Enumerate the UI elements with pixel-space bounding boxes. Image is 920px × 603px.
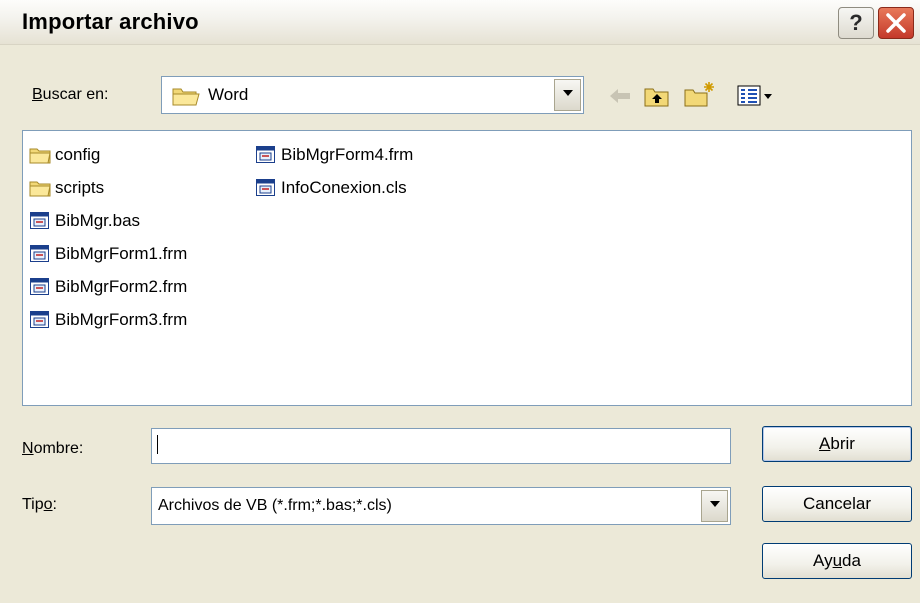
view-menu-icon[interactable]	[737, 84, 775, 108]
file-item[interactable]: config	[29, 141, 100, 169]
file-name: BibMgrForm2.frm	[55, 277, 188, 296]
text-caret	[157, 435, 158, 454]
file-name: scripts	[55, 178, 105, 197]
filetype-dropdown-arrow[interactable]	[701, 490, 728, 522]
file-item[interactable]: BibMgr.bas	[29, 207, 140, 235]
file-item[interactable]: BibMgrForm3.frm	[29, 306, 187, 334]
filetype-dropdown[interactable]: Archivos de VB (*.frm;*.bas;*.cls)	[151, 487, 731, 525]
look-in-dropdown[interactable]: Word	[161, 76, 584, 114]
cancel-button[interactable]: Cancelar	[762, 486, 912, 522]
folder-icon	[29, 145, 51, 165]
import-file-dialog: Importar archivo ? Buscar en: Word confi…	[0, 0, 920, 603]
open-button[interactable]: Abrir	[762, 426, 912, 462]
file-name: config	[55, 145, 101, 164]
vb-file-icon	[29, 244, 51, 264]
vb-file-icon	[29, 277, 51, 297]
file-name: BibMgrForm1.frm	[55, 244, 188, 263]
vb-file-icon	[29, 310, 51, 330]
vb-file-icon	[29, 211, 51, 231]
close-button[interactable]	[878, 7, 914, 39]
file-list[interactable]: config scripts BibMgr.bas BibMgrForm1.frm Bi…	[22, 130, 912, 406]
folder-icon	[29, 178, 51, 198]
window-title: Importar archivo	[22, 9, 199, 34]
help-icon: ?	[849, 10, 863, 35]
file-item[interactable]: BibMgrForm1.frm	[29, 240, 187, 268]
file-name: BibMgr.bas	[55, 211, 141, 230]
title-bar[interactable]: Importar archivo ?	[0, 0, 920, 45]
vb-file-icon	[255, 145, 277, 165]
file-name: InfoConexion.cls	[281, 178, 407, 197]
filetype-label: Tipo:	[22, 496, 57, 513]
file-name: BibMgrForm4.frm	[281, 145, 414, 164]
back-arrow-icon[interactable]	[607, 85, 633, 107]
filetype-value: Archivos de VB (*.frm;*.bas;*.cls)	[158, 497, 392, 514]
file-item[interactable]: BibMgrForm4.frm	[255, 141, 413, 169]
vb-file-icon	[255, 178, 277, 198]
new-folder-icon[interactable]	[683, 80, 717, 108]
file-item[interactable]: BibMgrForm2.frm	[29, 273, 187, 301]
file-item[interactable]: InfoConexion.cls	[255, 174, 407, 202]
up-folder-icon[interactable]	[643, 84, 671, 108]
close-icon	[886, 13, 906, 33]
folder-icon	[172, 88, 200, 106]
file-item[interactable]: scripts	[29, 174, 104, 202]
look-in-label: Buscar en:	[32, 86, 109, 103]
help-title-button[interactable]: ?	[838, 7, 874, 39]
look-in-dropdown-arrow[interactable]	[554, 79, 581, 111]
file-name: BibMgrForm3.frm	[55, 310, 188, 329]
filename-label: Nombre:	[22, 440, 84, 457]
help-button[interactable]: Ayuda	[762, 543, 912, 579]
filename-input[interactable]	[151, 428, 731, 464]
look-in-value: Word	[208, 85, 249, 104]
